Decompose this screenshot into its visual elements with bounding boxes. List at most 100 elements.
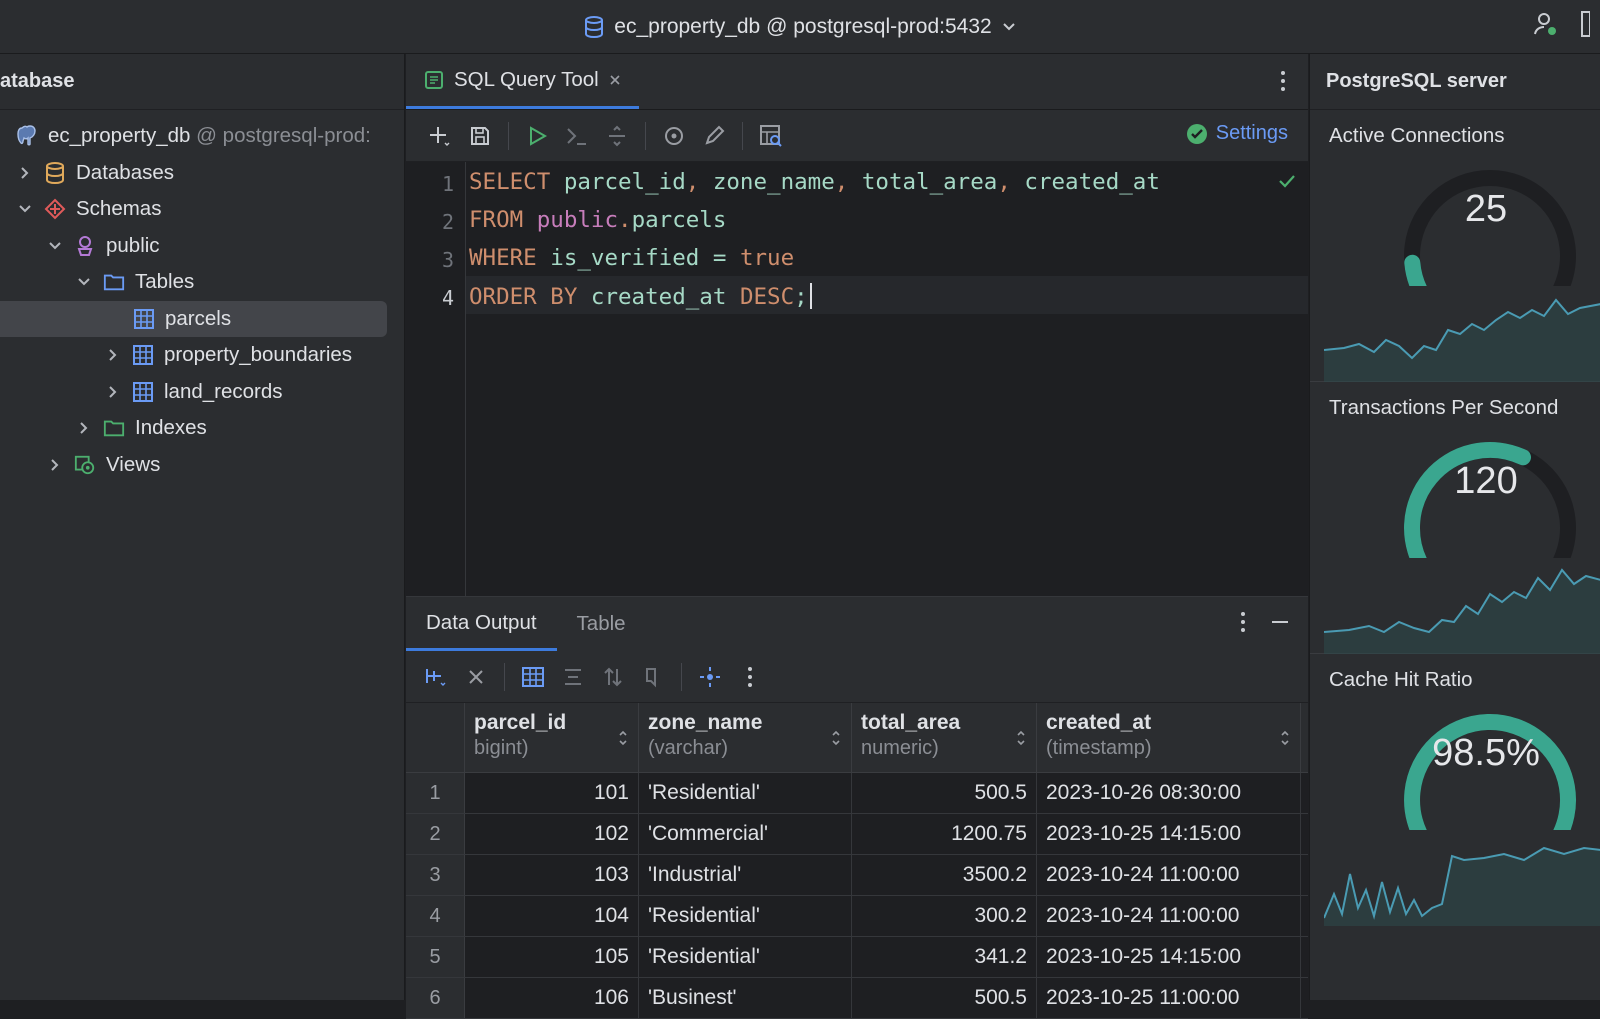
table-row[interactable]: 2 102 'Commercial' 1200.75 2023-10-25 14:15:… xyxy=(406,814,1308,855)
add-row-icon[interactable] xyxy=(416,657,456,697)
sort-toggle-icon[interactable] xyxy=(618,729,628,747)
tab-sql-query-tool[interactable]: SQL Query Tool xyxy=(406,54,639,109)
more-options-icon[interactable] xyxy=(730,657,770,697)
table-cell[interactable]: 'Residential' xyxy=(639,773,852,813)
schema-icon xyxy=(74,235,96,257)
tab-table[interactable]: Table xyxy=(557,597,646,651)
add-icon[interactable] xyxy=(420,116,460,156)
panel-toggle-icon[interactable] xyxy=(1578,10,1590,38)
console-icon[interactable] xyxy=(557,116,597,156)
tree-item-tables[interactable]: Tables xyxy=(0,264,404,301)
chevron-down-icon[interactable] xyxy=(75,273,93,291)
chevron-right-icon[interactable] xyxy=(104,383,122,401)
sql-editor[interactable]: 1 2 3 4 SELECT parcel_id, zone_name, tot… xyxy=(406,162,1308,596)
table-cell[interactable]: 2023-10-26 08:30:00 xyxy=(1037,773,1301,813)
tree-item-land-records[interactable]: land_records xyxy=(0,374,404,411)
code-line[interactable]: FROM public.parcels xyxy=(469,207,726,233)
column-header-created-at[interactable]: created_at (timestamp) xyxy=(1037,703,1301,772)
tree-item-label: Tables xyxy=(135,270,195,294)
tree-item-views[interactable]: Views xyxy=(0,447,404,484)
table-cell[interactable]: 'Residential' xyxy=(639,896,852,936)
table-cell[interactable]: 'Industrial' xyxy=(639,855,852,895)
split-icon[interactable] xyxy=(597,116,637,156)
tree-item-databases[interactable]: Databases xyxy=(0,155,404,192)
results-panel: Data Output Table parcel_id bigint) zone… xyxy=(406,596,1308,1019)
table-row[interactable]: 1 101 'Residential' 500.5 2023-10-26 08:30:0… xyxy=(406,773,1308,814)
table-row[interactable]: 5 105 'Residential' 341.2 2023-10-25 14:15:0… xyxy=(406,937,1308,978)
close-icon[interactable] xyxy=(609,74,621,86)
column-name: total_area xyxy=(861,711,961,734)
table-cell[interactable]: 2023-10-24 11:00:00 xyxy=(1037,855,1301,895)
table-cell[interactable]: 'Residential' xyxy=(639,937,852,977)
chevron-right-icon[interactable] xyxy=(104,346,122,364)
table-cell[interactable]: 102 xyxy=(465,814,639,854)
chevron-right-icon[interactable] xyxy=(75,419,93,437)
chevron-right-icon[interactable] xyxy=(16,164,34,182)
chevron-right-icon[interactable] xyxy=(46,456,64,474)
sort-toggle-icon[interactable] xyxy=(831,729,841,747)
user-account-icon[interactable] xyxy=(1532,10,1560,38)
table-cell[interactable]: 104 xyxy=(465,896,639,936)
tree-item-property-boundaries[interactable]: property_boundaries xyxy=(0,337,404,374)
chevron-down-icon[interactable] xyxy=(46,237,64,255)
run-icon[interactable] xyxy=(517,116,557,156)
table-row[interactable]: 3 103 'Industrial' 3500.2 2023-10-24 11:00:0… xyxy=(406,855,1308,896)
table-cell[interactable]: 101 xyxy=(465,773,639,813)
table-cell[interactable]: 2023-10-25 11:00:00 xyxy=(1037,978,1301,1018)
column-header-zone-name[interactable]: zone_name (varchar) xyxy=(639,703,852,772)
chevron-down-icon[interactable] xyxy=(16,200,34,218)
grid-header-row: parcel_id bigint) zone_name (varchar) to… xyxy=(406,703,1308,773)
tree-item-schemas[interactable]: Schemas xyxy=(0,191,404,228)
table-cell[interactable]: 2023-10-24 11:00:00 xyxy=(1037,896,1301,936)
delete-row-icon[interactable] xyxy=(456,657,496,697)
explain-plan-icon[interactable] xyxy=(751,116,791,156)
sort-toggle-icon[interactable] xyxy=(1280,729,1290,747)
table-cell[interactable]: 2023-10-25 14:15:00 xyxy=(1037,814,1301,854)
tree-item-connection[interactable]: ec_property_db @ postgresql-prod: xyxy=(0,118,404,155)
grid-view-icon[interactable] xyxy=(513,657,553,697)
table-cell[interactable]: 'Commercial' xyxy=(639,814,852,854)
table-icon xyxy=(132,381,154,403)
table-cell[interactable]: 2023-10-25 14:15:00 xyxy=(1037,937,1301,977)
line-number-gutter: 1 2 3 4 xyxy=(406,162,466,596)
filter-icon[interactable] xyxy=(633,657,673,697)
table-cell[interactable]: 300.2 xyxy=(852,896,1037,936)
code-line[interactable]: ORDER BY created_at DESC; xyxy=(469,283,812,310)
column-header-parcel-id[interactable]: parcel_id bigint) xyxy=(465,703,639,772)
column-header-total-area[interactable]: total_area numeric) xyxy=(852,703,1037,772)
table-cell[interactable]: 500.5 xyxy=(852,773,1037,813)
sort-icon[interactable] xyxy=(593,657,633,697)
table-cell[interactable]: 3500.2 xyxy=(852,855,1037,895)
table-cell[interactable]: 1200.75 xyxy=(852,814,1037,854)
tree-item-indexes[interactable]: Indexes xyxy=(0,410,404,447)
tree-item-parcels[interactable]: parcels xyxy=(0,300,387,337)
minimize-icon[interactable] xyxy=(1270,611,1290,633)
table-cell[interactable]: 106 xyxy=(465,978,639,1018)
table-cell[interactable]: 105 xyxy=(465,937,639,977)
table-row[interactable]: 6 106 'Businest' 500.5 2023-10-25 11:00:00 xyxy=(406,978,1308,1019)
code-line[interactable]: SELECT parcel_id, zone_name, total_area,… xyxy=(469,169,1160,195)
table-cell[interactable]: 500.5 xyxy=(852,978,1037,1018)
more-options-icon[interactable] xyxy=(1280,70,1286,92)
sort-toggle-icon[interactable] xyxy=(1016,729,1026,747)
table-cell[interactable]: 103 xyxy=(465,855,639,895)
move-icon[interactable] xyxy=(690,657,730,697)
settings-button[interactable]: Settings xyxy=(1186,122,1288,145)
connection-selector[interactable]: ec_property_db @ postgresql-prod:5432 xyxy=(584,15,1015,39)
more-options-icon[interactable] xyxy=(1240,611,1246,633)
table-cell[interactable]: 'Businest' xyxy=(639,978,852,1018)
toolbar-divider xyxy=(508,121,509,150)
tree-item-public[interactable]: public xyxy=(0,228,404,265)
table-row[interactable]: 4 104 'Residential' 300.2 2023-10-24 11:00:0… xyxy=(406,896,1308,937)
history-icon[interactable] xyxy=(654,116,694,156)
syntax-ok-check-icon xyxy=(1278,174,1296,188)
code-line[interactable]: WHERE is_verified = true xyxy=(469,245,794,271)
edit-icon[interactable] xyxy=(694,116,734,156)
table-cell[interactable]: 341.2 xyxy=(852,937,1037,977)
code-token: created_at xyxy=(1024,169,1160,195)
align-icon[interactable] xyxy=(553,657,593,697)
save-icon[interactable] xyxy=(460,116,500,156)
tab-data-output[interactable]: Data Output xyxy=(406,597,557,651)
